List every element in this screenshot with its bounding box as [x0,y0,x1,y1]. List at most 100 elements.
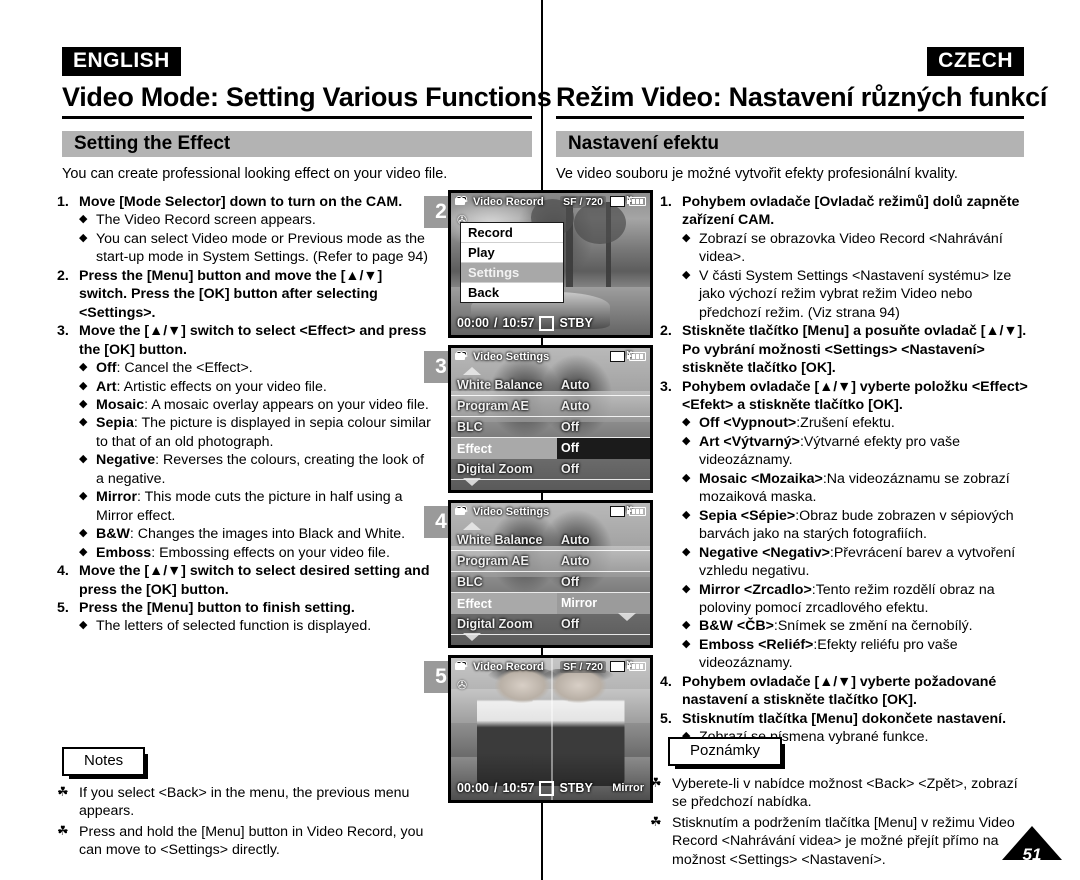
bullet-term: Art <Výtvarný> [699,433,800,450]
bullet-text: Sepia: The picture is displayed in sepia… [96,414,432,451]
page-title-english: Video Mode: Setting Various Functions [62,81,552,112]
menu-item-settings[interactable]: Settings [461,263,563,283]
notes-label-czech: Poznámky [668,737,786,769]
setting-value: Off [557,438,650,459]
menu-item-back[interactable]: Back [461,283,563,302]
notes-header-czech: Poznámky [668,737,786,769]
lcd-screen-video-settings-off: Video Settings White Balance Auto Progra… [448,345,653,493]
lcd-effect-label: Mirror [612,782,644,794]
lcd-mode-title: Video Record [473,195,544,208]
step-number: 4. [57,563,69,580]
menu-item-play[interactable]: Play [461,243,563,263]
bullet-text: V části System Settings <Nastavení systé… [699,267,1012,321]
bullet-text: You can select Video mode or Previous mo… [96,230,428,266]
language-tag-czech: CZECH [927,47,1024,76]
setting-label: Effect [457,441,492,456]
lcd-photo-mirror [451,658,650,800]
instruction-bullet: ◆ Sepia: The picture is displayed in sepi… [79,414,432,451]
setting-row-digital-zoom[interactable]: Digital Zoom Off [451,459,650,480]
instruction-bullet: ◆ Zobrazí se obrazovka Video Record <Nahr… [682,230,1028,267]
step-number: 2. [660,323,672,340]
club-bullet-icon: ☘ [57,784,69,799]
setting-row-program-ae[interactable]: Program AE Auto [451,551,650,572]
instruction-step: 2. Stiskněte tlačítko [Menu] a posuňte ov… [660,322,1028,377]
setting-row-blc[interactable]: BLC Off [451,572,650,593]
step-number: 3. [57,323,69,340]
instruction-bullet: ◆ Mosaic: A mosaic overlay appears on you… [79,396,432,414]
step-text: Move the [▲/▼] switch to select <Effect>… [79,323,427,358]
scroll-down-arrow-icon[interactable] [463,633,481,641]
setting-row-blc[interactable]: BLC Off [451,417,650,438]
notes-list-czech: ☘ Vyberete-li v nabídce možnost <Back> <Z… [650,775,1030,871]
diamond-bullet-icon: ◆ [682,637,691,650]
bullet-term: Mosaic <Mozaika> [699,470,823,487]
bullet-text: Emboss <Reliéf>:Efekty reliéfu pro vaše … [699,636,1028,673]
bullet-text: Negative <Negativ>:Převrácení barev a vy… [699,544,1028,581]
instruction-bullet: ◆ The Video Record screen appears. [79,211,432,229]
club-bullet-icon: ☘ [57,822,69,838]
note-text: Stisknutím a podržením tlačítka [Menu] v… [672,814,1015,868]
diamond-bullet-icon: ◆ [79,397,88,410]
setting-row-white-balance[interactable]: White Balance Auto [451,530,650,551]
bullet-text: Mosaic: A mosaic overlay appears on your… [96,396,432,414]
setting-row-effect[interactable]: Effect Off [451,438,650,459]
instruction-step: 2. Press the [Menu] button and move the [… [57,267,432,322]
section-heading-english: Setting the Effect [62,131,532,157]
lcd-mode-title: Video Record [473,660,544,673]
step-text: Move [Mode Selector] down to turn on the… [79,194,403,210]
scroll-up-arrow-icon[interactable] [463,522,481,530]
note-item: ☘ Stisknutím a podržením tlačítka [Menu] … [650,814,1030,869]
scroll-up-arrow-icon[interactable] [463,367,481,375]
step-text: Pohybem ovladače [▲/▼] vyberte položku <… [682,378,1028,413]
menu-item-record[interactable]: Record [461,223,563,243]
diamond-bullet-icon: ◆ [682,508,691,521]
lcd-quality: SF [563,195,577,208]
setting-label: Effect [457,596,492,611]
instruction-bullet: ◆ B&W: Changes the images into Black and … [79,525,432,543]
bullet-text: Art <Výtvarný>:Výtvarné efekty pro vaše … [699,433,1028,470]
lcd-resolution: 720 [585,660,603,673]
step-text: Stisknutím tlačítka [Menu] dokončete nas… [682,710,1007,727]
diamond-bullet-icon: ◆ [79,231,88,244]
note-text: Vyberete-li v nabídce možnost <Back> <Zp… [672,776,1018,811]
instructions-english: 1. Move [Mode Selector] down to turn on t… [57,193,432,636]
step-number: 2. [57,267,69,284]
setting-label: Program AE [457,399,529,413]
instruction-bullet: ◆ B&W <ČB>:Snímek se změní na černobílý. [682,617,1028,635]
section-intro-czech: Ve video souboru je možné vytvořit efekt… [556,166,958,182]
step-text: Stiskněte tlačítko [Menu] a posuňte ovla… [682,323,1027,377]
step-number: 4. [660,673,672,690]
bullet-text: Off <Vypnout>:Zrušení efektu. [699,414,1028,432]
lcd-quality-group: SF / 720 [560,660,606,673]
diamond-bullet-icon: ◆ [682,582,691,595]
step-text: Pohybem ovladače [Ovladač režimů] dolů z… [682,194,1020,229]
bullet-term: Sepia <Sépie> [699,507,796,524]
setting-value: Off [561,575,580,589]
bullet-term: Art [96,378,117,395]
scroll-down-arrow-icon[interactable] [463,478,481,486]
instruction-step: 5. Stisknutím tlačítka [Menu] dokončete n… [660,710,1028,728]
bullet-description: :Snímek se změní na černobílý. [773,618,973,635]
bullet-term: B&W [96,526,130,543]
scroll-down-arrow-icon-right[interactable] [618,613,636,621]
setting-row-program-ae[interactable]: Program AE Auto [451,396,650,417]
diamond-bullet-icon: ◆ [79,490,88,503]
setting-row-effect[interactable]: Effect Mirror [451,593,650,614]
settings-list[interactable]: White Balance Auto Program AE Auto BLC O… [451,375,650,480]
diamond-bullet-icon: ◆ [79,361,88,374]
bullet-term: Mirror [96,489,137,506]
lcd-time-separator: / [493,781,498,795]
diamond-bullet-icon: ◆ [79,213,88,226]
setting-row-white-balance[interactable]: White Balance Auto [451,375,650,396]
instruction-step: 5. Press the [Menu] button to finish sett… [57,599,432,617]
lcd-quality: SF [563,660,577,673]
page-number: 51 [1022,845,1042,864]
instruction-bullet: ◆ You can select Video mode or Previous m… [79,230,432,267]
setting-value: Off [561,462,580,476]
setting-value: Off [561,617,580,631]
bullet-text: Mirror: This mode cuts the picture in ha… [96,488,432,525]
lcd-popup-menu[interactable]: Record Play Settings Back [460,222,564,303]
bullet-term: Negative [96,452,156,469]
diamond-bullet-icon: ◆ [682,434,691,447]
record-hand-icon: ✇ [457,678,468,692]
